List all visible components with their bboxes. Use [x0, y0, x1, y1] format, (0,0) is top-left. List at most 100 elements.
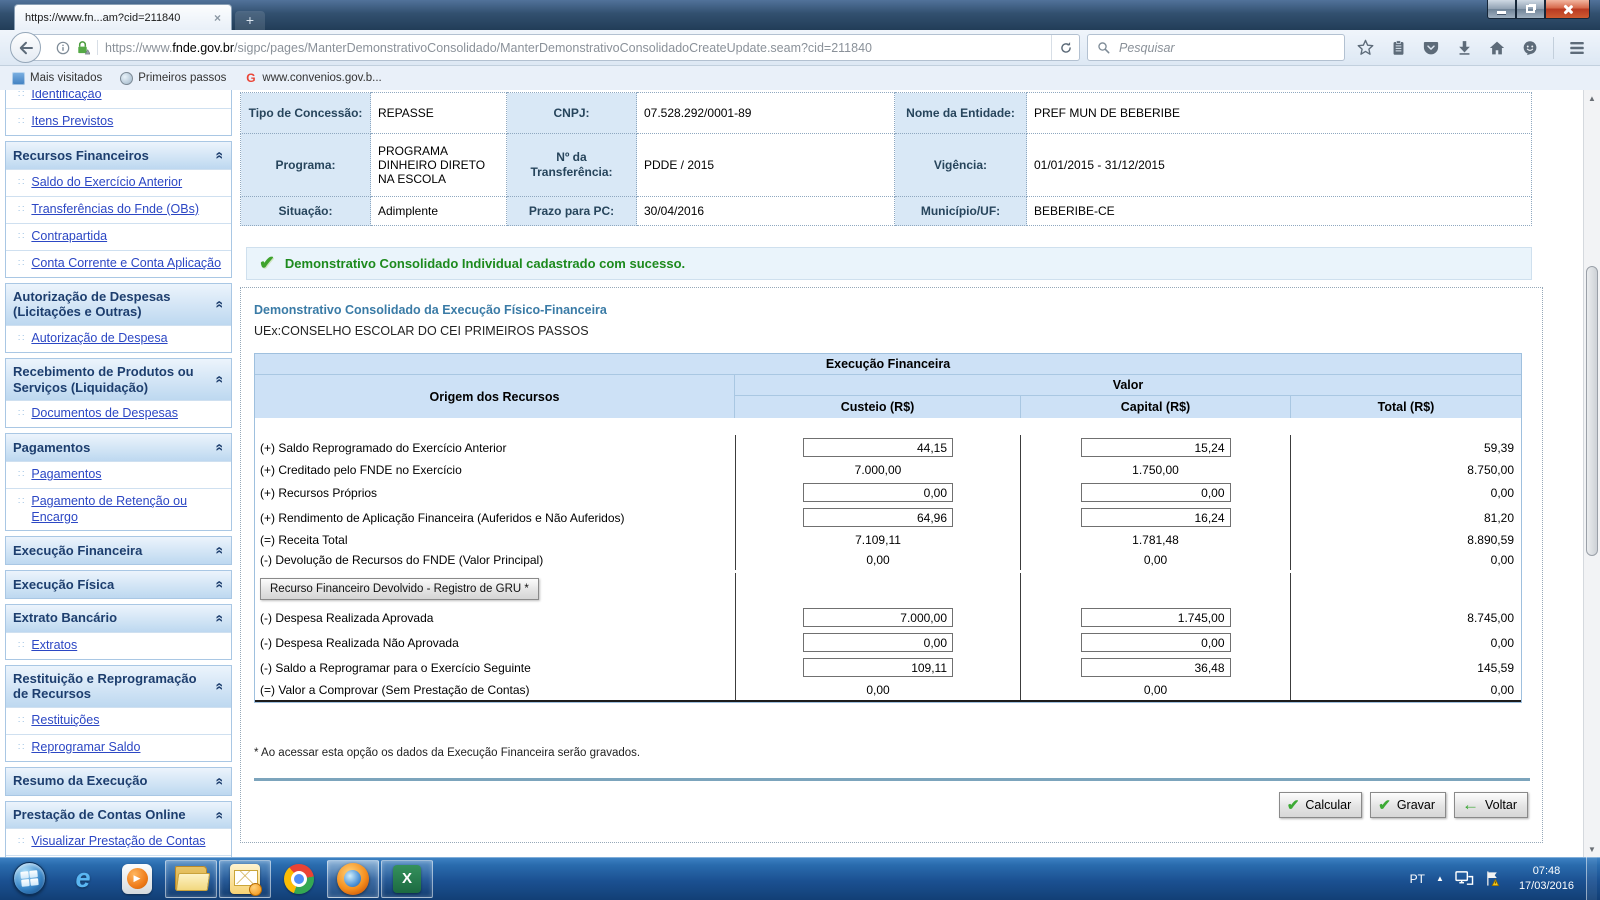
sidebar-section-header[interactable]: Recebimento de Produtos ou Serviços (Liq… — [6, 359, 231, 400]
reload-button[interactable] — [1051, 35, 1079, 60]
reading-list-icon[interactable] — [1385, 35, 1411, 61]
search-box[interactable] — [1087, 34, 1345, 61]
hidden-icons-arrow[interactable] — [1436, 874, 1444, 883]
tab-close-icon[interactable]: × — [214, 11, 221, 25]
sidebar-item[interactable]: Pagamentos — [6, 461, 231, 488]
minimize-button[interactable] — [1487, 0, 1516, 19]
firefox-icon — [337, 863, 369, 895]
bookmark-item[interactable]: Mais visitados — [12, 72, 102, 85]
capital-input-row3[interactable] — [1081, 508, 1231, 527]
sidebar-item[interactable]: Visualizar Prestação de Contas — [6, 828, 231, 855]
sidebar-item[interactable]: Extratos — [6, 632, 231, 659]
bookmark-star-button[interactable] — [1352, 35, 1378, 61]
sidebar-item-link[interactable]: Restituições — [31, 713, 99, 729]
url-bar[interactable]: https://www.fnde.gov.br/sigpc/pages/Mant… — [31, 34, 1080, 61]
show-desktop-button[interactable] — [1586, 857, 1597, 900]
voltar-button[interactable]: Voltar — [1454, 792, 1528, 818]
taskbar-media-player[interactable] — [111, 860, 163, 898]
close-button[interactable] — [1545, 0, 1590, 19]
sidebar-item-link[interactable]: Pagamentos — [31, 467, 101, 483]
custeio-input-row7[interactable] — [803, 608, 953, 627]
sidebar-item[interactable]: Saldo do Exercício Anterior — [6, 169, 231, 196]
sidebar-item-link[interactable]: Extratos — [31, 638, 77, 654]
sidebar-section-header[interactable]: Extrato Bancário — [6, 605, 231, 632]
custeio-input-row3[interactable] — [803, 508, 953, 527]
network-icon[interactable] — [1455, 870, 1474, 887]
sidebar-section-header[interactable]: Restituição e Reprogramação de Recursos — [6, 666, 231, 707]
scrollbar-thumb[interactable] — [1586, 266, 1598, 556]
taskbar-chrome[interactable] — [273, 860, 325, 898]
collapse-chevron-icon — [212, 444, 229, 452]
sidebar-section-header[interactable]: Pagamentos — [6, 434, 231, 461]
scroll-down-arrow[interactable] — [1585, 841, 1600, 857]
back-button[interactable] — [10, 32, 41, 63]
sidebar-section-header[interactable]: Autorização de Despesas (Licitações e Ou… — [6, 284, 231, 325]
sidebar-item[interactable]: Identificação — [6, 90, 231, 108]
hello-smiley-icon[interactable] — [1517, 35, 1543, 61]
downloads-icon[interactable] — [1451, 35, 1477, 61]
sidebar-item[interactable]: Conta Corrente e Conta Aplicação — [6, 250, 231, 277]
custeio-input-row8[interactable] — [803, 633, 953, 652]
sidebar-item-link[interactable]: Itens Previstos — [31, 114, 113, 130]
gru-register-button[interactable]: Recurso Financeiro Devolvido - Registro … — [260, 578, 539, 600]
capital-input-row9[interactable] — [1081, 658, 1231, 677]
sidebar-section-header[interactable]: Prestação de Contas Online — [6, 802, 231, 829]
custeio-value: 0,00 — [866, 553, 889, 567]
sidebar-item[interactable]: Itens Previstos — [6, 108, 231, 135]
sidebar-item-link[interactable]: Identificação — [31, 90, 101, 103]
bookmark-item[interactable]: Primeiros passos — [120, 72, 226, 85]
taskbar-file-explorer[interactable] — [165, 860, 217, 898]
sidebar-item-link[interactable]: Autorização de Despesa — [31, 331, 167, 347]
taskbar-start[interactable] — [3, 860, 55, 898]
bookmark-item[interactable]: Gwww.convenios.gov.b... — [244, 72, 381, 85]
browser-scrollbar[interactable] — [1583, 90, 1600, 857]
sidebar-item-link[interactable]: Saldo do Exercício Anterior — [31, 175, 182, 191]
sidebar-item[interactable]: Restituições — [6, 707, 231, 734]
sidebar-section-header[interactable]: Resumo da Execução — [6, 768, 231, 795]
sidebar-item[interactable]: Reprogramar Saldo — [6, 734, 231, 761]
menu-hamburger-icon[interactable] — [1564, 35, 1590, 61]
calcular-button[interactable]: Calcular — [1279, 792, 1362, 818]
search-input[interactable] — [1117, 40, 1335, 56]
scroll-up-arrow[interactable] — [1585, 90, 1600, 106]
sidebar-item[interactable]: Autorização de Despesa — [6, 325, 231, 352]
clock[interactable]: 07:48 17/03/2016 — [1513, 864, 1580, 894]
sidebar-item[interactable]: Transferências do Fnde (OBs) — [6, 196, 231, 223]
taskbar-firefox[interactable] — [327, 860, 379, 898]
sidebar-item[interactable]: Documentos de Despesas — [6, 400, 231, 427]
sidebar-item[interactable]: Contrapartida — [6, 223, 231, 250]
browser-tab[interactable]: https://www.fn...am?cid=211840 × — [14, 4, 232, 30]
pages-icon — [12, 72, 25, 85]
finance-row: Recurso Financeiro Devolvido - Registro … — [255, 573, 1521, 605]
sidebar-item-link[interactable]: Visualizar Prestação de Contas — [31, 834, 205, 850]
action-center-flag-icon[interactable] — [1485, 870, 1502, 887]
custeio-input-row2[interactable] — [803, 483, 953, 502]
pocket-icon[interactable] — [1418, 35, 1444, 61]
sidebar-item-link[interactable]: Transferências do Fnde (OBs) — [31, 202, 199, 218]
sidebar-item[interactable]: Pagamento de Retenção ou Encargo — [6, 488, 231, 530]
sidebar-item-link[interactable]: Contrapartida — [31, 229, 107, 245]
capital-input-row8[interactable] — [1081, 633, 1231, 652]
capital-input-row2[interactable] — [1081, 483, 1231, 502]
capital-input-row0[interactable] — [1081, 438, 1231, 457]
sidebar-item-link[interactable]: Conta Corrente e Conta Aplicação — [31, 256, 221, 272]
grip-dots-icon — [18, 494, 24, 510]
taskbar-internet-explorer[interactable]: e — [57, 860, 109, 898]
new-tab-button[interactable]: + — [235, 11, 265, 30]
home-icon[interactable] — [1484, 35, 1510, 61]
custeio-input-row9[interactable] — [803, 658, 953, 677]
capital-input-row7[interactable] — [1081, 608, 1231, 627]
sidebar-item-link[interactable]: Documentos de Despesas — [31, 406, 178, 422]
taskbar-outlook[interactable] — [219, 860, 271, 898]
custeio-input-row0[interactable] — [803, 438, 953, 457]
gravar-button[interactable]: Gravar — [1370, 792, 1446, 818]
sidebar-section-header[interactable]: Execução Física — [6, 571, 231, 598]
sidebar-section-header[interactable]: Execução Financeira — [6, 537, 231, 564]
taskbar-excel[interactable]: X — [381, 860, 433, 898]
sidebar-section-header[interactable]: Recursos Financeiros — [6, 142, 231, 169]
sidebar-item-link[interactable]: Pagamento de Retenção ou Encargo — [31, 494, 227, 525]
language-indicator[interactable]: PT — [1410, 872, 1425, 886]
site-identity[interactable] — [56, 40, 98, 55]
sidebar-item-link[interactable]: Reprogramar Saldo — [31, 740, 140, 756]
restore-button[interactable] — [1516, 0, 1545, 19]
